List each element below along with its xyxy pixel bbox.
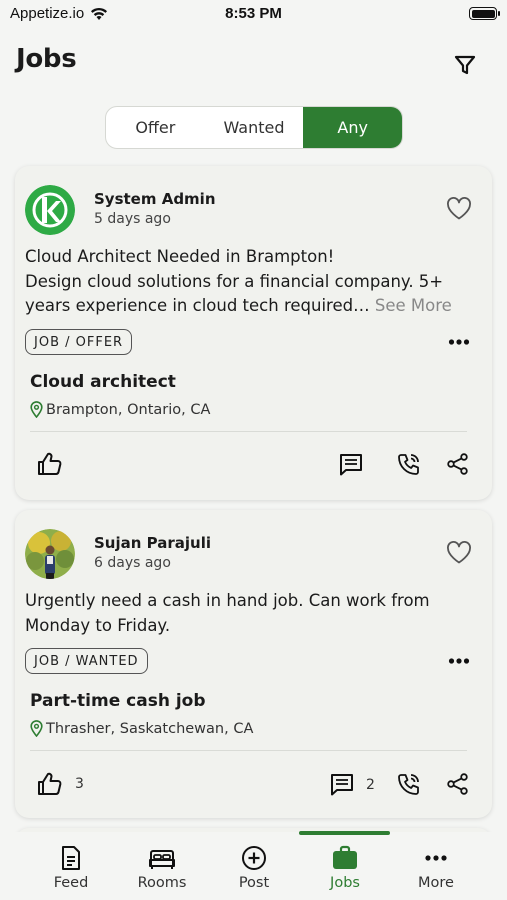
author-name[interactable]: System Admin: [94, 190, 216, 208]
job-title[interactable]: Part-time cash job: [30, 691, 206, 711]
brand-logo-icon: [25, 185, 75, 235]
filter-icon[interactable]: [453, 53, 477, 77]
post-card[interactable]: Sujan Parajuli 6 days ago Urgently need …: [15, 510, 492, 818]
author-name[interactable]: Sujan Parajuli: [94, 534, 211, 552]
user-photo-icon: [25, 529, 75, 579]
job-location: Thrasher, Saskatchewan, CA: [30, 720, 253, 737]
share-icon: [447, 453, 468, 475]
post-body[interactable]: Urgently need a cash in hand job. Can wo…: [25, 589, 480, 638]
job-type-tag: JOB / OFFER: [25, 329, 133, 355]
bed-icon: [149, 850, 175, 869]
nav-label: Post: [238, 875, 270, 891]
share-button[interactable]: [447, 453, 468, 475]
bottom-navigation: Feed Rooms Post Jobs More: [0, 831, 507, 900]
location-text: Brampton, Ontario, CA: [46, 401, 211, 418]
comment-icon: [340, 454, 362, 476]
briefcase-icon: [333, 845, 357, 869]
nav-jobs[interactable]: Jobs: [305, 832, 385, 900]
segment-any[interactable]: Any: [303, 107, 402, 148]
post-body-line1: Cloud Architect Needed in Brampton!: [25, 247, 335, 266]
share-button[interactable]: [447, 773, 468, 795]
comment-icon: [331, 774, 353, 796]
thumbs-up-icon: [38, 772, 62, 795]
segment-wanted[interactable]: Wanted: [205, 107, 304, 148]
call-button[interactable]: [398, 453, 420, 475]
status-time: 8:53 PM: [225, 5, 282, 22]
phone-call-icon: [398, 774, 419, 795]
post-time: 6 days ago: [94, 555, 171, 571]
feed-icon: [62, 846, 80, 870]
battery-icon: [469, 7, 500, 20]
location-pin-icon: [30, 720, 43, 737]
nav-label: More: [418, 875, 454, 891]
nav-more[interactable]: More: [396, 832, 476, 900]
post-body[interactable]: Cloud Architect Needed in Brampton! Desi…: [25, 245, 480, 319]
share-icon: [447, 773, 468, 795]
nav-feed[interactable]: Feed: [31, 832, 111, 900]
avatar[interactable]: [25, 529, 75, 579]
comment-count: 2: [366, 776, 375, 793]
type-segmented-control: Offer Wanted Any: [105, 106, 403, 149]
comment-button[interactable]: [339, 453, 363, 476]
nav-post[interactable]: Post: [214, 832, 294, 900]
more-options-icon[interactable]: [448, 338, 470, 346]
more-icon: [425, 855, 447, 861]
nav-label: Feed: [53, 875, 89, 891]
segment-offer[interactable]: Offer: [106, 107, 205, 148]
job-title[interactable]: Cloud architect: [30, 372, 176, 392]
nav-rooms[interactable]: Rooms: [122, 832, 202, 900]
divider: [30, 431, 467, 432]
plus-circle-icon: [242, 846, 266, 870]
favorite-heart-icon[interactable]: [446, 541, 472, 565]
post-time: 5 days ago: [94, 211, 171, 227]
post-card[interactable]: System Admin 5 days ago Cloud Architect …: [15, 166, 492, 500]
call-button[interactable]: [398, 773, 420, 795]
job-location: Brampton, Ontario, CA: [30, 401, 210, 418]
avatar[interactable]: [25, 185, 75, 235]
location-text: Thrasher, Saskatchewan, CA: [46, 720, 254, 737]
location-pin-icon: [30, 401, 43, 418]
page-title: Jobs: [16, 44, 77, 74]
phone-call-icon: [398, 454, 419, 475]
like-count: 3: [75, 776, 84, 792]
divider: [30, 750, 467, 751]
nav-label: Rooms: [137, 875, 187, 891]
like-button[interactable]: [37, 452, 63, 476]
more-options-icon[interactable]: [448, 657, 470, 665]
comment-button[interactable]: 2: [330, 773, 375, 796]
status-bar: Appetize.io 8:53 PM: [0, 0, 507, 28]
nav-label: Jobs: [330, 875, 360, 891]
job-type-tag: JOB / WANTED: [25, 648, 148, 674]
favorite-heart-icon[interactable]: [446, 197, 472, 221]
see-more-link[interactable]: See More: [375, 296, 452, 315]
thumbs-up-icon: [38, 452, 62, 475]
like-button[interactable]: 3: [37, 772, 84, 796]
